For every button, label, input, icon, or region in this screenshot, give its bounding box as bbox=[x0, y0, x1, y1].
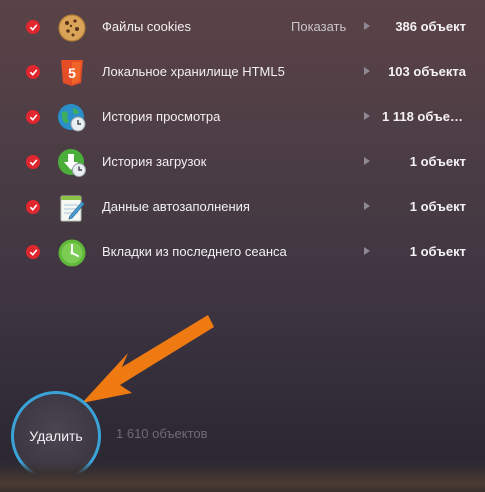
html5-icon: 5 bbox=[56, 57, 88, 89]
item-label: Локальное хранилище HTML5 bbox=[102, 64, 285, 79]
item-count: 1 объект bbox=[409, 154, 466, 169]
checkbox-checked-icon[interactable] bbox=[26, 65, 40, 79]
item-label: История загрузок bbox=[102, 154, 207, 169]
total-count: 1 610 объектов bbox=[116, 426, 208, 441]
list-item-html5-storage[interactable]: 5 Локальное хранилище HTML5 103 объекта bbox=[0, 50, 485, 95]
expand-arrow-icon[interactable] bbox=[364, 247, 370, 255]
checkbox-checked-icon[interactable] bbox=[26, 245, 40, 259]
item-label: Вкладки из последнего сеанса bbox=[102, 244, 287, 259]
expand-arrow-icon[interactable] bbox=[364, 67, 370, 75]
checkbox-checked-icon[interactable] bbox=[26, 110, 40, 124]
download-clock-icon bbox=[56, 147, 88, 179]
checkbox-checked-icon[interactable] bbox=[26, 155, 40, 169]
show-link[interactable]: Показать bbox=[291, 19, 346, 34]
item-count: 1 объект bbox=[409, 244, 466, 259]
cookie-icon bbox=[56, 12, 88, 44]
pointer-arrow-icon bbox=[82, 315, 214, 403]
item-count: 386 объект bbox=[395, 19, 466, 34]
list-item-autofill-data[interactable]: Данные автозаполнения 1 объект bbox=[0, 185, 485, 230]
background-landscape bbox=[0, 462, 485, 492]
cleanup-items-list: Файлы cookies Показать 386 объект 5 Лока… bbox=[0, 5, 485, 275]
expand-arrow-icon[interactable] bbox=[364, 112, 370, 120]
item-count: 103 объекта bbox=[388, 64, 466, 79]
item-label: Файлы cookies bbox=[102, 19, 191, 34]
list-item-last-session-tabs[interactable]: Вкладки из последнего сеанса 1 объект bbox=[0, 230, 485, 275]
list-item-cookies[interactable]: Файлы cookies Показать 386 объект bbox=[0, 5, 485, 50]
expand-arrow-icon[interactable] bbox=[364, 22, 370, 30]
expand-arrow-icon[interactable] bbox=[364, 202, 370, 210]
globe-clock-icon bbox=[56, 102, 88, 134]
checkbox-checked-icon[interactable] bbox=[26, 20, 40, 34]
expand-arrow-icon[interactable] bbox=[364, 157, 370, 165]
list-item-download-history[interactable]: История загрузок 1 объект bbox=[0, 140, 485, 185]
notepad-icon bbox=[56, 192, 88, 224]
svg-text:5: 5 bbox=[68, 65, 76, 81]
item-label: Данные автозаполнения bbox=[102, 199, 250, 214]
item-count: 1 объект bbox=[409, 199, 466, 214]
delete-button-label: Удалить bbox=[29, 428, 83, 444]
item-label: История просмотра bbox=[102, 109, 221, 124]
checkbox-checked-icon[interactable] bbox=[26, 200, 40, 214]
item-count: 1 118 объектов bbox=[382, 109, 466, 124]
list-item-browsing-history[interactable]: История просмотра 1 118 объектов bbox=[0, 95, 485, 140]
clock-icon bbox=[56, 237, 88, 269]
